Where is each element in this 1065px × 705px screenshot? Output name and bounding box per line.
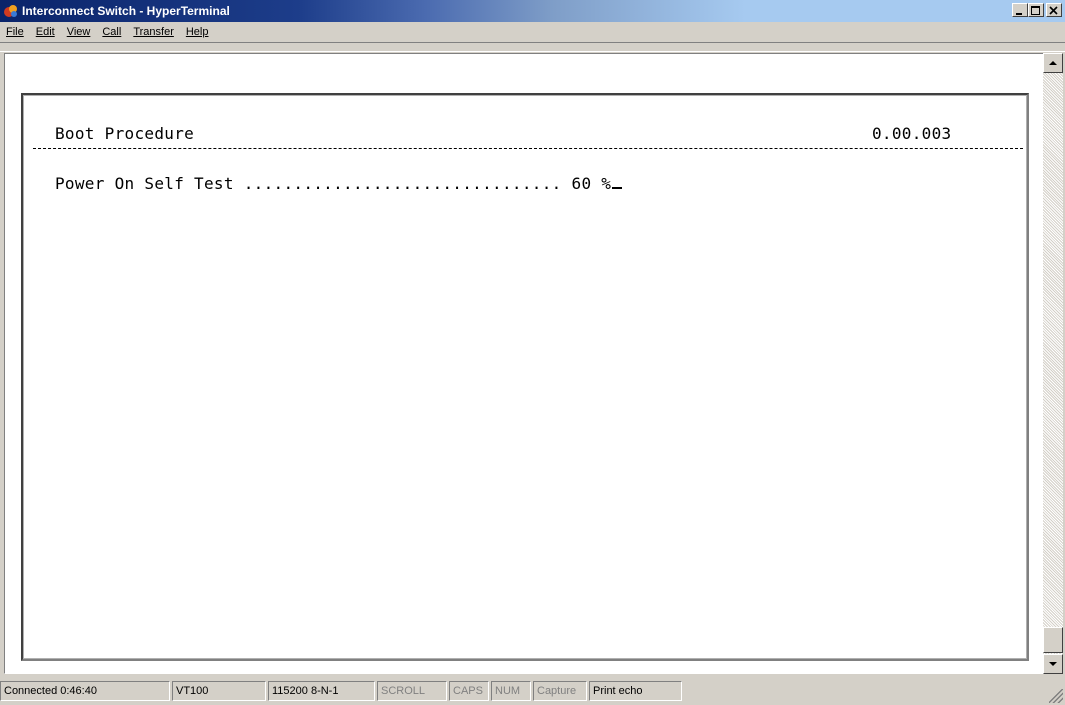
arrow-up-icon: [1049, 61, 1057, 65]
separator-line: [33, 148, 1023, 149]
status-capture: Capture: [533, 681, 587, 701]
close-icon: [1049, 6, 1058, 15]
status-bar: Connected 0:46:40 VT100 115200 8-N-1 SCR…: [0, 677, 1065, 705]
maximize-icon: [1031, 6, 1040, 15]
arrow-down-icon: [1049, 662, 1057, 666]
status-caps: CAPS: [449, 681, 489, 701]
menu-call[interactable]: Call: [96, 26, 127, 38]
scroll-thumb[interactable]: [1043, 627, 1063, 653]
resize-grip-icon[interactable]: [1049, 689, 1063, 703]
status-port-settings: 115200 8-N-1: [268, 681, 375, 701]
hyperterminal-app-icon: [4, 5, 17, 17]
maximize-button[interactable]: [1028, 3, 1044, 17]
firmware-version: 0.00.003: [872, 124, 952, 143]
close-button[interactable]: [1046, 3, 1062, 17]
menu-bar: File Edit View Call Transfer Help: [0, 22, 1065, 42]
vertical-scrollbar[interactable]: [1043, 53, 1063, 674]
status-emulation: VT100: [172, 681, 266, 701]
text-cursor: [612, 187, 623, 189]
progress-text: Power On Self Test .....................…: [55, 174, 612, 193]
status-print-echo: Print echo: [589, 681, 682, 701]
menu-file[interactable]: File: [0, 26, 30, 38]
minimize-button[interactable]: [1012, 3, 1028, 17]
title-bar[interactable]: Interconnect Switch - HyperTerminal: [0, 0, 1065, 22]
menu-edit-label: Edit: [35, 26, 55, 38]
menu-call-label: Call: [102, 26, 122, 38]
menu-help-label: Help: [185, 26, 209, 38]
progress-line: Power On Self Test .....................…: [55, 174, 623, 193]
scroll-down-button[interactable]: [1043, 654, 1063, 674]
boot-heading: Boot Procedure: [55, 124, 195, 143]
menu-transfer-label: Transfer: [133, 26, 174, 38]
menu-file-label: File: [6, 26, 24, 38]
menu-transfer[interactable]: Transfer: [127, 26, 180, 38]
status-scroll: SCROLL: [377, 681, 447, 701]
status-connected: Connected 0:46:40: [0, 681, 170, 701]
menu-help[interactable]: Help: [180, 26, 215, 38]
toolbar-area: [0, 42, 1065, 52]
menu-view-label: View: [66, 26, 91, 38]
scroll-up-button[interactable]: [1043, 53, 1063, 73]
status-num: NUM: [491, 681, 531, 701]
minimize-icon: [1016, 13, 1022, 15]
window-title: Interconnect Switch - HyperTerminal: [22, 4, 230, 18]
menu-edit[interactable]: Edit: [30, 26, 61, 38]
menu-view[interactable]: View: [61, 26, 97, 38]
